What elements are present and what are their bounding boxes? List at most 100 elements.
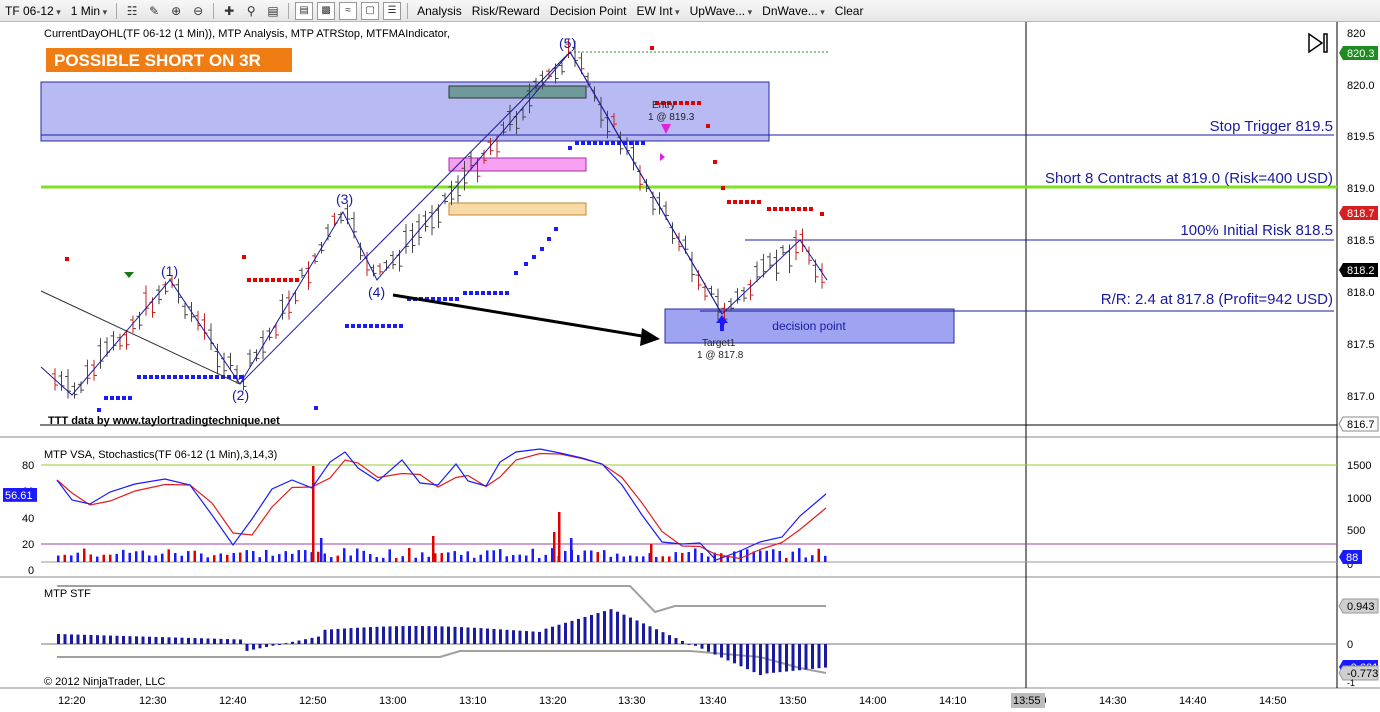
interval-selector[interactable]: 1 Min [66, 0, 112, 22]
stf-histogram-bar [447, 626, 450, 644]
volume-bar [388, 549, 391, 562]
reward-ratio-label: R/R: 2.4 at 817.8 (Profit=942 USD) [1101, 291, 1333, 308]
atr-stop-dot [493, 291, 497, 295]
indicators-icon[interactable]: ▤ [295, 1, 314, 20]
volume-bar [414, 557, 417, 562]
instrument-selector[interactable]: TF 06-12 [0, 0, 66, 22]
stf-histogram-bar [590, 615, 593, 644]
menu-upwave[interactable]: UpWave... [685, 0, 758, 22]
volume-bar [356, 548, 359, 562]
atr-stop-dot [635, 141, 639, 145]
chart-area[interactable]: POSSIBLE SHORT ON 3R CurrentDayOHL(TF 06… [0, 22, 1380, 712]
volume-marker: 88 [1346, 552, 1358, 564]
templates-icon[interactable]: ☰ [383, 1, 402, 20]
time-tick: 13:50 [779, 695, 807, 707]
menu-decision-point[interactable]: Decision Point [545, 0, 632, 22]
stf-histogram-bar [661, 632, 665, 644]
atr-stop-dot [191, 375, 195, 379]
atr-stop-dot [532, 255, 536, 259]
volume-bar [765, 550, 768, 562]
volume-bar [83, 548, 86, 562]
atr-stop-dot [185, 375, 189, 379]
volume-bar [57, 555, 60, 562]
atr-stop-dot [179, 375, 183, 379]
volume-bar [629, 555, 632, 562]
draw-pencil-icon[interactable]: ✎ [145, 2, 163, 20]
zoom-out-icon[interactable]: ⊖ [189, 2, 207, 20]
stf-histogram-bar [668, 635, 671, 644]
magnifier-icon[interactable]: ⚲ [242, 2, 260, 20]
volume-bar [304, 550, 307, 562]
volume-bar [323, 553, 326, 562]
chart-trader-icon[interactable]: ≈ [339, 1, 358, 20]
stf-histogram-bar [518, 630, 522, 644]
atr-stop-dot [455, 297, 459, 301]
atr-stop-dot [605, 141, 609, 145]
volume-bar [187, 551, 190, 562]
menu-dnwave[interactable]: DnWave... [757, 0, 830, 22]
menu-ew-int[interactable]: EW Int [632, 0, 685, 22]
stf-histogram-bar [57, 634, 60, 644]
volume-bar [674, 552, 677, 562]
volume-bar [609, 556, 612, 562]
stf-histogram-bar [655, 629, 658, 644]
volume-bar [473, 557, 476, 562]
atr-stop-dot [265, 278, 269, 282]
properties-icon[interactable]: ▤ [264, 2, 282, 20]
volume-bar [206, 557, 209, 562]
volume-bar [603, 550, 606, 562]
volume-bar-spike [570, 538, 573, 562]
time-tick: 14:30 [1099, 695, 1127, 707]
volume-bar [258, 557, 261, 562]
time-tick: 14:40 [1179, 695, 1207, 707]
volume-bar [317, 551, 320, 562]
atr-stop-dot [271, 278, 275, 282]
volume-bar [583, 550, 586, 562]
volume-bar [96, 556, 99, 562]
volume-bar [460, 554, 463, 562]
atr-stop-dot [575, 141, 579, 145]
data-box-icon[interactable]: ▢ [361, 1, 380, 20]
menu-analysis[interactable]: Analysis [412, 0, 467, 22]
stf-histogram-bar [167, 637, 171, 644]
strategies-icon[interactable]: ▩ [317, 1, 336, 20]
volume-bar [817, 548, 820, 562]
stoch-tick: 0 [28, 565, 34, 577]
price-tick: 819.0 [1347, 183, 1375, 195]
stop-trigger-label: Stop Trigger 819.5 [1210, 118, 1333, 135]
zoom-in-icon[interactable]: ⊕ [167, 2, 185, 20]
volume-bar [408, 548, 411, 562]
stf-marker-upper: 0.943 [1338, 598, 1379, 614]
data-credit: TTT data by www.taylortradingtechnique.n… [48, 415, 280, 427]
atr-stop-dot [128, 396, 132, 400]
atr-stop-dot [295, 278, 299, 282]
volume-bar [200, 553, 203, 562]
atr-stop-dot [487, 291, 491, 295]
atr-stop-dot [779, 207, 783, 211]
stf-histogram-bar [427, 626, 431, 644]
price-tick: 820.0 [1347, 80, 1375, 92]
stf-histogram-bar [583, 616, 587, 644]
stf-histogram-bar [453, 626, 457, 644]
atr-stop-dot [65, 257, 69, 261]
menu-risk-reward[interactable]: Risk/Reward [467, 0, 545, 22]
atr-stop-dot [540, 247, 544, 251]
stoch-left-axis: 80 60 40 20 0 [22, 460, 34, 577]
volume-bar [161, 553, 164, 562]
volume-bar [369, 554, 372, 562]
volume-bar [700, 552, 703, 562]
volume-bar [297, 550, 300, 562]
atr-stop-dot [499, 291, 503, 295]
volume-bar [440, 553, 443, 562]
atr-stop-dot [679, 101, 683, 105]
stf-histogram-bar [408, 626, 411, 644]
stf-histogram-bar [122, 635, 125, 644]
bar-type-icon[interactable]: ☷ [123, 2, 141, 20]
volume-bar [109, 554, 112, 562]
menu-clear[interactable]: Clear [830, 0, 869, 22]
stf-histogram-bar [356, 627, 359, 644]
crosshair-icon[interactable]: ✚ [220, 2, 238, 20]
volume-bar [726, 556, 729, 562]
zone-orange [448, 202, 587, 216]
volume-bar [421, 552, 424, 562]
